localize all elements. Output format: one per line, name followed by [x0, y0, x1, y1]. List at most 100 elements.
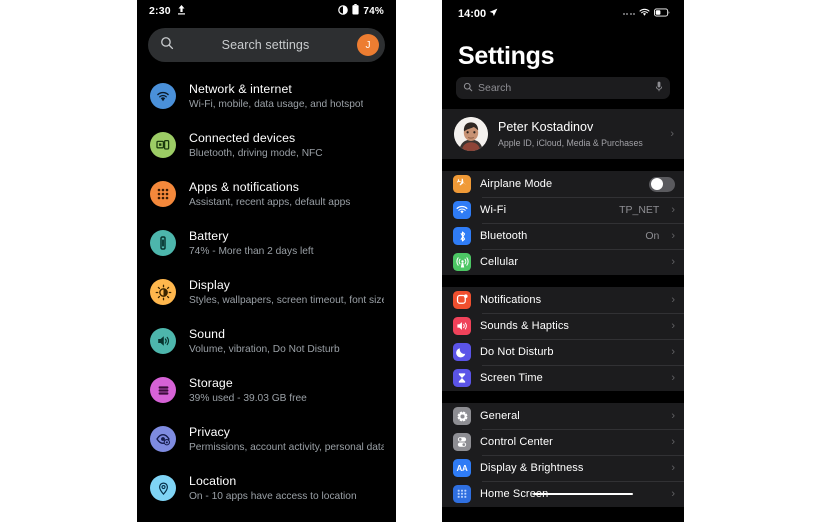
sidebar-item-subtitle: Bluetooth, driving mode, NFC	[189, 148, 323, 159]
settings-row-display-brightness[interactable]: AA Display & Brightness ›	[442, 455, 684, 481]
sidebar-item-title: Connected devices	[189, 131, 296, 145]
sidebar-item-security[interactable]: Security Play Protect, screen lock, face…	[137, 513, 396, 522]
avatar	[454, 117, 488, 151]
settings-row-cellular[interactable]: Cellular ›	[442, 249, 684, 275]
ios-status-bar: 14:00	[442, 0, 684, 24]
bluetooth-icon	[453, 227, 471, 245]
chevron-right-icon: ›	[671, 487, 675, 500]
sidebar-item-title: Storage	[189, 376, 233, 390]
settings-row-label: Sounds & Haptics	[480, 320, 570, 332]
chevron-right-icon: ›	[671, 345, 675, 358]
chevron-right-icon: ›	[671, 435, 675, 448]
android-settings-panel: 2:30 74% Search settings J Network & int…	[137, 0, 396, 522]
hourglass-icon	[453, 369, 471, 387]
location-arrow-icon	[489, 8, 498, 20]
settings-row-label: Control Center	[480, 436, 553, 448]
settings-row-label: Cellular	[480, 256, 519, 268]
moon-icon	[453, 343, 471, 361]
location-pin-icon	[150, 475, 176, 501]
chevron-right-icon: ›	[671, 293, 675, 306]
android-status-time: 2:30	[149, 5, 171, 17]
speaker-icon	[150, 328, 176, 354]
settings-row-control-center[interactable]: Control Center ›	[442, 429, 684, 455]
aa-text-icon: AA	[453, 459, 471, 477]
upload-arrow-icon	[177, 4, 186, 18]
microphone-icon[interactable]	[655, 79, 663, 97]
sidebar-item-sound[interactable]: Sound Volume, vibration, Do Not Disturb	[137, 317, 396, 366]
settings-row-label: General	[480, 410, 520, 422]
sidebar-item-title: Display	[189, 278, 231, 292]
sidebar-item-location[interactable]: Location On - 10 apps have access to loc…	[137, 464, 396, 513]
airplane-mode-toggle[interactable]	[649, 176, 675, 192]
sidebar-item-title: Location	[189, 474, 237, 488]
android-search-bar[interactable]: Search settings J	[148, 28, 385, 62]
airplane-icon	[453, 175, 471, 193]
contrast-icon	[338, 4, 349, 18]
sidebar-item-title: Sound	[189, 327, 226, 341]
cellular-icon	[453, 253, 471, 271]
settings-row-do-not-disturb[interactable]: Do Not Disturb ›	[442, 339, 684, 365]
wifi-icon	[453, 201, 471, 219]
search-icon	[463, 79, 473, 97]
sidebar-item-title: Apps & notifications	[189, 180, 299, 194]
sidebar-item-subtitle: Permissions, account activity, personal …	[189, 442, 384, 453]
settings-row-value: TP_NET	[619, 204, 660, 216]
settings-row-screen-time[interactable]: Screen Time ›	[442, 365, 684, 391]
sidebar-item-storage[interactable]: Storage 39% used - 39.03 GB free	[137, 366, 396, 415]
home-screen-icon	[453, 485, 471, 503]
sidebar-item-battery[interactable]: Battery 74% - More than 2 days left	[137, 219, 396, 268]
profile-subtitle: Apple ID, iCloud, Media & Purchases	[498, 137, 643, 148]
android-status-bar: 2:30 74%	[137, 0, 396, 22]
settings-row-label: Notifications	[480, 294, 542, 306]
chevron-right-icon: ›	[671, 409, 675, 422]
settings-row-home-screen[interactable]: Home Screen ›	[442, 481, 684, 507]
settings-row-sounds-haptics[interactable]: Sounds & Haptics ›	[442, 313, 684, 339]
ios-search-placeholder: Search	[478, 82, 512, 94]
chevron-right-icon: ›	[671, 461, 675, 474]
storage-icon	[150, 377, 176, 403]
screenshot-canvas: 2:30 74% Search settings J Network & int…	[0, 0, 822, 522]
sidebar-item-subtitle: 74% - More than 2 days left	[189, 246, 314, 257]
settings-row-wifi[interactable]: Wi-Fi TP_NET ›	[442, 197, 684, 223]
brightness-icon	[150, 279, 176, 305]
page-title: Settings	[458, 42, 555, 70]
ios-group-general: General › Control Center › AA Display & …	[442, 403, 684, 507]
sidebar-item-title: Privacy	[189, 425, 231, 439]
settings-row-notifications[interactable]: Notifications ›	[442, 287, 684, 313]
chevron-right-icon: ›	[671, 229, 675, 242]
sidebar-item-apps[interactable]: Apps & notifications Assistant, recent a…	[137, 170, 396, 219]
sidebar-item-network[interactable]: Network & internet Wi-Fi, mobile, data u…	[137, 72, 396, 121]
sidebar-item-subtitle: Wi-Fi, mobile, data usage, and hotspot	[189, 99, 364, 110]
android-battery-percent: 74%	[363, 5, 384, 17]
sidebar-item-connected-devices[interactable]: Connected devices Bluetooth, driving mod…	[137, 121, 396, 170]
wifi-icon	[639, 8, 650, 20]
speaker-icon	[453, 317, 471, 335]
avatar[interactable]: J	[357, 34, 379, 56]
annotation-strike-line	[533, 493, 633, 495]
settings-row-general[interactable]: General ›	[442, 403, 684, 429]
ios-group-connectivity: Airplane Mode Wi-Fi TP_NET › Bluetooth O…	[442, 171, 684, 275]
settings-row-bluetooth[interactable]: Bluetooth On ›	[442, 223, 684, 249]
sidebar-item-privacy[interactable]: Privacy Permissions, account activity, p…	[137, 415, 396, 464]
chevron-right-icon: ›	[671, 319, 675, 332]
switches-icon	[453, 433, 471, 451]
search-icon	[160, 36, 174, 55]
ios-search-bar[interactable]: Search	[456, 77, 670, 99]
ios-group-notifications: Notifications › Sounds & Haptics › Do No…	[442, 287, 684, 391]
ios-status-time: 14:00	[458, 8, 487, 20]
settings-row-airplane-mode[interactable]: Airplane Mode	[442, 171, 684, 197]
sidebar-item-subtitle: Volume, vibration, Do Not Disturb	[189, 344, 340, 355]
chevron-right-icon: ›	[671, 371, 675, 384]
sidebar-item-title: Battery	[189, 229, 229, 243]
chevron-right-icon: ›	[670, 127, 674, 140]
apps-grid-icon	[150, 181, 176, 207]
wifi-icon	[150, 83, 176, 109]
apple-id-profile-row[interactable]: Peter Kostadinov Apple ID, iCloud, Media…	[442, 109, 684, 159]
sidebar-item-display[interactable]: Display Styles, wallpapers, screen timeo…	[137, 268, 396, 317]
settings-row-label: Screen Time	[480, 372, 543, 384]
battery-icon	[150, 230, 176, 256]
cellular-dots-icon	[622, 13, 635, 15]
settings-row-value: On	[645, 230, 660, 242]
ios-settings-panel: 14:00 Settings Search Peter Kostadinov A…	[442, 0, 684, 522]
chevron-right-icon: ›	[671, 255, 675, 268]
